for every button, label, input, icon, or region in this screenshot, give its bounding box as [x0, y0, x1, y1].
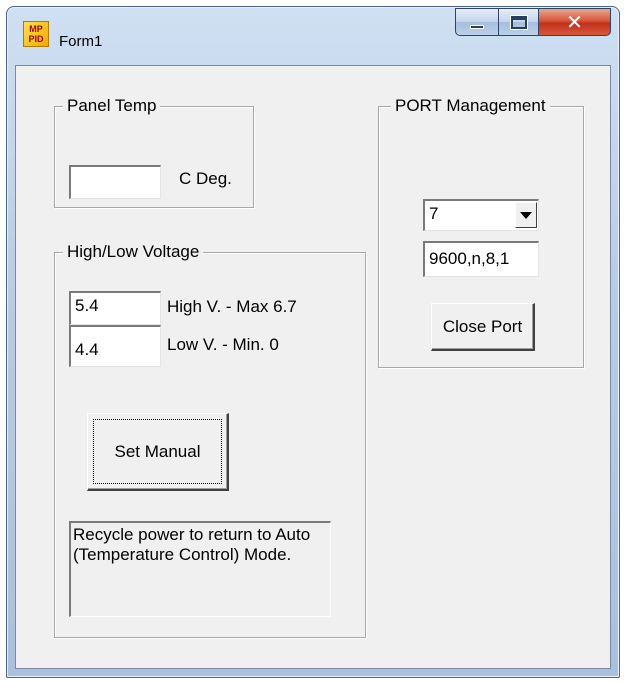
temp-unit-label: C Deg. [179, 169, 232, 188]
window-title: Form1 [59, 33, 103, 50]
low-voltage-label: Low V. - Min. 0 [167, 335, 279, 354]
minimize-icon [470, 25, 484, 29]
set-manual-button[interactable]: Set Manual [87, 413, 229, 491]
close-icon: ✕ [566, 10, 583, 34]
minimize-button[interactable] [455, 8, 499, 36]
voltage-group: High/Low Voltage 5.4 High V. - Max 6.7 4… [54, 242, 366, 638]
panel-temp-input[interactable] [69, 165, 161, 199]
port-select-value: 7 [429, 204, 439, 223]
port-management-group: PORT Management 7 9600,n,8,1 Close Port [378, 96, 584, 368]
recycle-power-note: Recycle power to return to Auto (Tempera… [69, 521, 331, 617]
high-voltage-input[interactable]: 5.4 [69, 291, 161, 325]
port-management-legend: PORT Management [391, 96, 550, 116]
low-voltage-input[interactable]: 4.4 [69, 325, 161, 367]
close-port-button[interactable]: Close Port [431, 303, 535, 351]
high-voltage-label: High V. - Max 6.7 [167, 297, 297, 316]
voltage-legend: High/Low Voltage [63, 242, 204, 262]
port-settings-input[interactable]: 9600,n,8,1 [423, 241, 539, 277]
form-client-area: Panel Temp C Deg. PORT Management 7 9600… [15, 65, 611, 669]
maximize-button[interactable] [499, 8, 539, 36]
close-button[interactable]: ✕ [539, 8, 611, 36]
panel-temp-group: Panel Temp C Deg. [54, 96, 254, 208]
port-select[interactable]: 7 [423, 199, 539, 231]
caption-buttons: ✕ [455, 8, 611, 38]
app-icon[interactable]: MP PID [23, 21, 49, 47]
panel-temp-legend: Panel Temp [63, 96, 161, 116]
port-select-dropdown-button[interactable] [515, 202, 537, 228]
title-bar[interactable]: MP PID Form1 ✕ [7, 7, 619, 65]
chevron-down-icon [520, 211, 532, 219]
maximize-icon [509, 14, 528, 30]
app-window: MP PID Form1 ✕ Panel Temp C Deg. PORT Man… [6, 6, 620, 678]
